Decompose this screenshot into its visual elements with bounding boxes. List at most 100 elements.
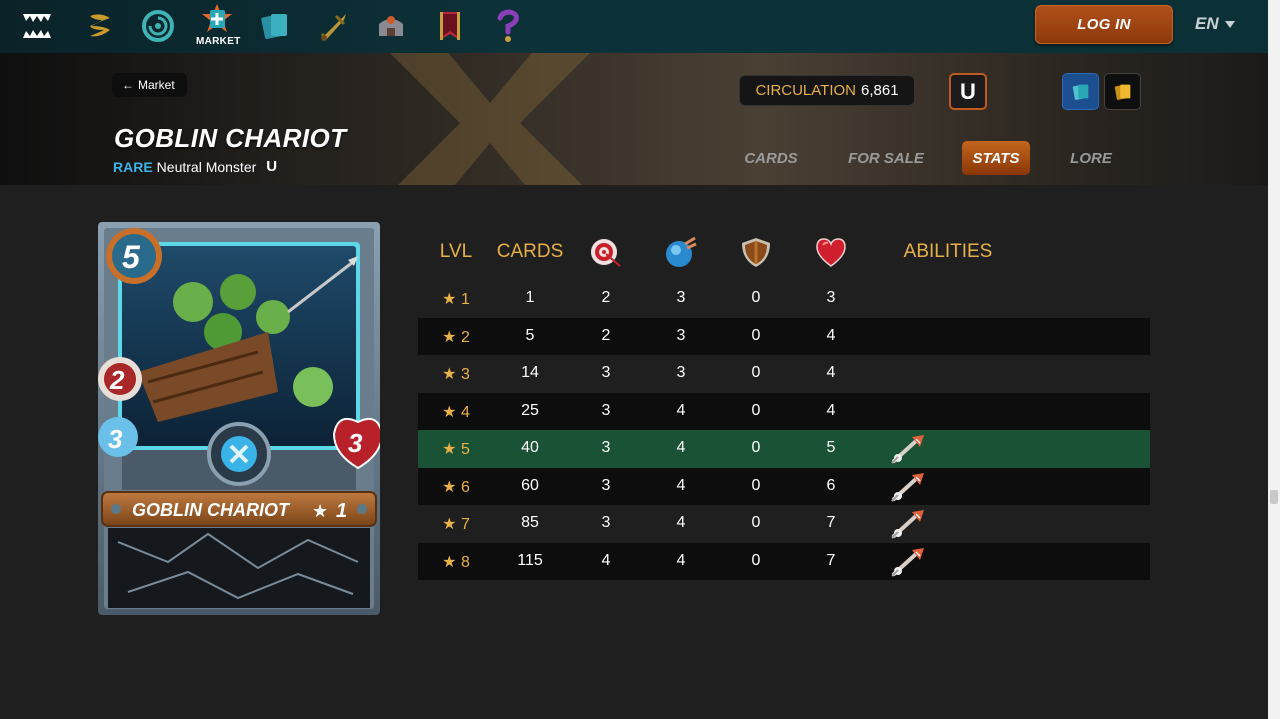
level-value: 4: [460, 403, 470, 421]
stats-header-row: LVL CARDS ABILITIES: [418, 230, 1150, 280]
rewards-icon[interactable]: [79, 5, 121, 47]
cell-lvl: ★ 3: [418, 364, 494, 384]
gold-cards-button[interactable]: [1104, 73, 1141, 110]
table-row: ★ 2 5 2 3 0 4: [418, 317, 1150, 355]
ability-icon[interactable]: [890, 508, 928, 540]
level-star: ★: [442, 328, 457, 346]
ability-icon[interactable]: [890, 546, 928, 578]
cell-health: 6: [826, 476, 836, 494]
chevron-down-icon: [1224, 20, 1235, 28]
table-row: ★ 112303: [418, 280, 1150, 318]
cell-cards: 60: [521, 476, 539, 494]
stats-table: LVL CARDS ABILITIES ★ 1 1 2 3 0 3 ★ 2 5 2 3 0 4 ★ 31…: [418, 230, 1150, 580]
banner-icon[interactable]: [429, 5, 471, 47]
back-label: Market: [138, 78, 175, 92]
cell-speed: 4: [676, 514, 686, 531]
language-label: EN: [1195, 14, 1219, 33]
edition-button[interactable]: U: [949, 73, 987, 110]
cell-armor: 0: [751, 551, 761, 569]
card-tabs: CARDS FOR SALE STATS LORE: [0, 141, 1268, 175]
castle-icon[interactable]: [370, 5, 412, 47]
guild-icon[interactable]: [313, 5, 355, 47]
cell-health: 4: [826, 401, 836, 419]
ranged-attack-icon: [568, 234, 644, 275]
cell-health: 7: [826, 514, 836, 531]
tab-for-sale[interactable]: FOR SALE: [840, 141, 932, 175]
cell-attack: 3: [601, 514, 611, 531]
card-attack-text: 2: [109, 365, 125, 395]
cell-speed: 3: [676, 326, 686, 344]
circulation-value: 6,861: [861, 82, 899, 99]
cell-cards: 25: [521, 401, 539, 419]
table-row: ★ 5 40 3 4 0 5: [418, 430, 1150, 468]
level-value: 3: [460, 366, 470, 383]
ability-icon[interactable]: [890, 471, 928, 503]
battle-icon[interactable]: [137, 5, 179, 47]
level-star: ★: [442, 478, 457, 496]
card-speed-text: 3: [108, 424, 123, 454]
cell-lvl: ★ 7: [418, 514, 494, 534]
table-row: ★ 6 60 3 4 0 6: [418, 467, 1150, 505]
cell-attack: 2: [601, 326, 611, 344]
cell-attack: 3: [601, 476, 611, 494]
cell-health: 7: [826, 551, 836, 569]
table-row: ★ 7 85 3 4 0 7: [418, 505, 1150, 543]
card-mana-text: 5: [122, 239, 141, 275]
tab-stats[interactable]: STATS: [962, 141, 1030, 175]
card-header: ← Market GOBLIN CHARIOT RARE Neutral Mon…: [0, 53, 1268, 185]
cell-armor: 0: [751, 326, 761, 344]
collection-icon[interactable]: [254, 5, 296, 47]
cell-lvl: ★ 1: [418, 289, 494, 309]
level-value: 5: [460, 441, 470, 458]
cell-cards: 1: [525, 289, 535, 306]
level-value: 6: [460, 478, 470, 496]
login-button[interactable]: LOG IN: [1035, 5, 1173, 44]
circulation-badge: CIRCULATION 6,861: [739, 75, 915, 106]
tab-cards[interactable]: CARDS: [730, 141, 812, 175]
tab-lore[interactable]: LORE: [1060, 141, 1122, 175]
splinterlands-logo-icon[interactable]: [16, 5, 58, 47]
cell-cards: 14: [521, 364, 539, 381]
card-name-text: GOBLIN CHARIOT: [132, 500, 291, 520]
cell-cards: 115: [517, 551, 543, 569]
cell-armor: 0: [751, 514, 761, 531]
back-to-market-button[interactable]: ← Market: [112, 73, 187, 97]
cell-speed: 4: [676, 439, 686, 456]
speed-icon: [643, 234, 719, 275]
scrollbar[interactable]: [1268, 0, 1280, 719]
table-row: ★ 8 115 4 4 0 7: [418, 542, 1150, 580]
header-lvl: LVL: [439, 241, 473, 262]
market-icon[interactable]: MARKET: [196, 2, 240, 48]
scrollbar-thumb[interactable]: [1270, 490, 1278, 504]
cards-icon: [1072, 84, 1088, 100]
cell-speed: 4: [676, 476, 686, 494]
cell-lvl: ★ 4: [418, 402, 494, 422]
top-nav: MARKET LOG IN EN: [0, 0, 1268, 53]
ability-icon[interactable]: [890, 433, 928, 465]
cell-health: 4: [826, 364, 836, 381]
level-star: ★: [442, 553, 457, 571]
language-selector[interactable]: EN: [1195, 14, 1235, 34]
level-star: ★: [442, 366, 457, 383]
cell-speed: 3: [676, 364, 686, 381]
level-value: 1: [460, 291, 470, 308]
cell-cards: 85: [521, 514, 539, 531]
level-star: ★: [442, 291, 457, 308]
cell-lvl: ★ 2: [418, 327, 494, 347]
arrow-left-icon: ←: [122, 78, 134, 92]
card-health-text: 3: [348, 428, 363, 458]
armor-icon: [718, 234, 794, 275]
regular-cards-button[interactable]: [1062, 73, 1099, 110]
circulation-label: CIRCULATION: [755, 82, 856, 99]
cell-armor: 0: [751, 289, 761, 306]
cell-armor: 0: [751, 364, 761, 381]
cell-lvl: ★ 8: [418, 552, 494, 572]
table-row: ★ 3 14 3 3 0 4: [418, 355, 1150, 393]
card-image: GOBLIN CHARIOT ★ 1 5 2 3 3: [98, 222, 380, 615]
cell-cards: 40: [521, 439, 539, 456]
level-value: 8: [460, 553, 470, 571]
cell-health: 3: [826, 289, 836, 306]
level-star: ★: [442, 403, 457, 421]
cell-speed: 4: [676, 401, 686, 419]
help-icon[interactable]: [487, 5, 529, 47]
